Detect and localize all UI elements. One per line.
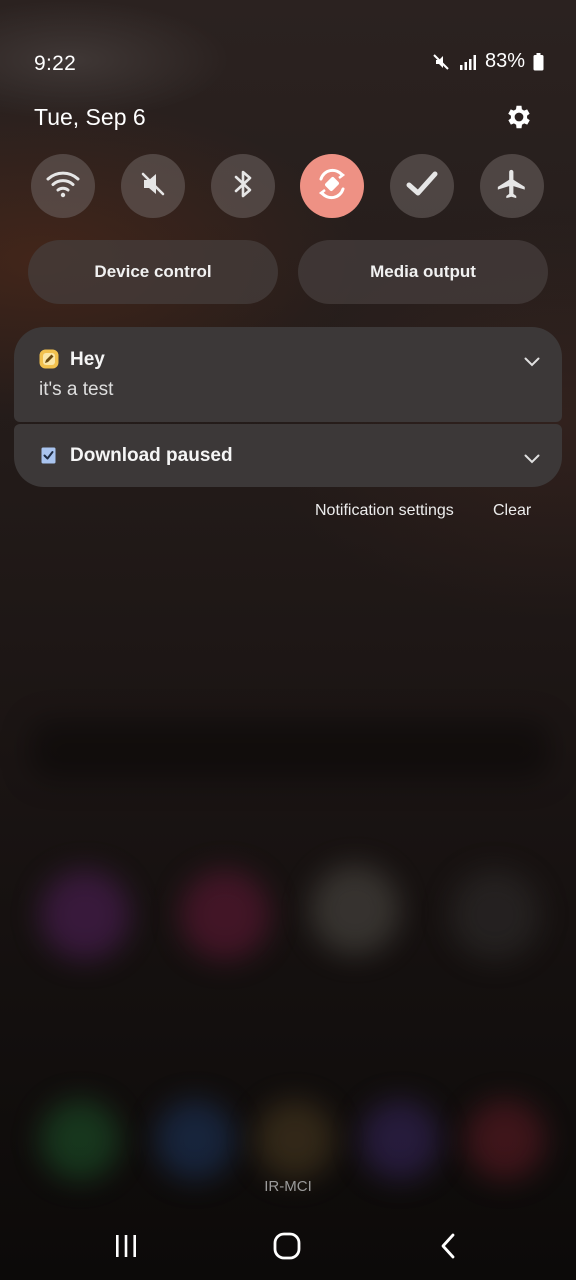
sound-off-icon <box>138 169 168 204</box>
gear-icon[interactable] <box>504 102 534 132</box>
media-output-button[interactable]: Media output <box>298 240 548 304</box>
notification-settings-link[interactable]: Notification settings <box>315 502 454 520</box>
check-icon <box>405 169 439 204</box>
device-control-button[interactable]: Device control <box>28 240 278 304</box>
airplane-icon <box>495 167 529 206</box>
carrier-label: IR-MCI <box>264 1178 312 1195</box>
device-control-label: Device control <box>94 262 212 281</box>
home-icon <box>273 1232 301 1265</box>
auto-rotate-toggle[interactable] <box>300 154 364 218</box>
navigation-bar <box>0 1215 576 1280</box>
download-checkbox-icon <box>41 447 56 469</box>
quick-settings-toggles <box>31 154 545 220</box>
clear-notifications-button[interactable]: Clear <box>493 502 531 520</box>
status-bar: 9:22 83% <box>0 0 576 110</box>
media-output-label: Media output <box>370 262 476 281</box>
recents-button[interactable] <box>106 1233 146 1263</box>
notification-card-hey[interactable]: Hey it's a test <box>14 327 562 422</box>
bluetooth-toggle[interactable] <box>211 154 275 218</box>
auto-rotate-icon <box>313 165 351 208</box>
status-icons: 83% <box>431 50 544 73</box>
wifi-toggle[interactable] <box>31 154 95 218</box>
status-time: 9:22 <box>34 52 77 75</box>
home-button[interactable] <box>267 1232 307 1265</box>
chevron-down-icon[interactable] <box>524 354 540 367</box>
airplane-mode-toggle[interactable] <box>480 154 544 218</box>
notification-body: it's a test <box>39 379 114 400</box>
back-icon <box>439 1233 457 1264</box>
date-label: Tue, Sep 6 <box>34 104 146 130</box>
notification-title: Download paused <box>70 445 233 466</box>
sound-toggle[interactable] <box>121 154 185 218</box>
recents-icon <box>113 1234 139 1263</box>
battery-icon <box>533 52 544 71</box>
back-button[interactable] <box>428 1233 468 1263</box>
wifi-icon <box>46 169 80 204</box>
signal-icon <box>459 53 477 71</box>
chevron-down-icon[interactable] <box>524 451 540 464</box>
check-toggle[interactable] <box>390 154 454 218</box>
bluetooth-icon <box>230 167 256 206</box>
battery-percentage: 83% <box>484 50 525 72</box>
note-app-icon <box>39 349 59 374</box>
mute-icon <box>431 52 451 72</box>
notification-title: Hey <box>70 349 105 370</box>
notification-card-download[interactable]: Download paused <box>14 424 562 487</box>
